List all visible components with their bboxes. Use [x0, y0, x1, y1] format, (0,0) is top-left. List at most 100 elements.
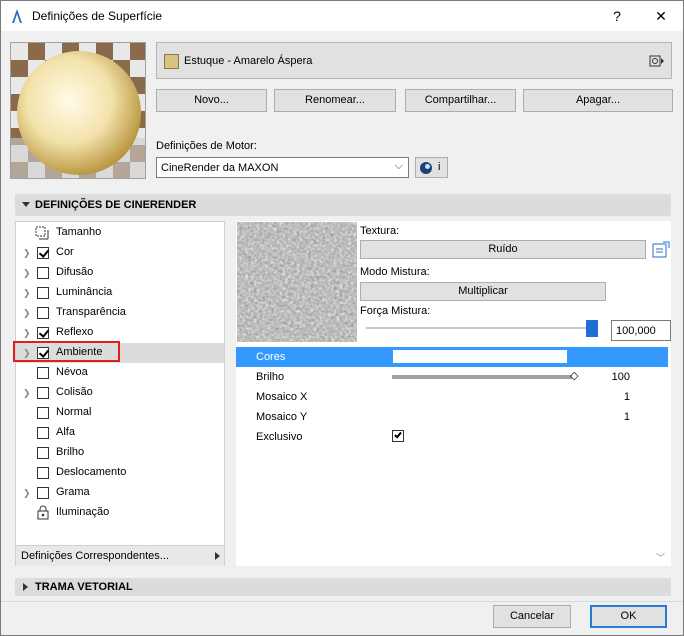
- chevron-right-icon[interactable]: ❯: [23, 488, 31, 499]
- texture-browse-icon[interactable]: [652, 241, 670, 259]
- channel-label: Transparência: [56, 306, 126, 318]
- list-item[interactable]: ❯ Luminância: [16, 283, 224, 303]
- chevron-right-icon[interactable]: ❯: [23, 288, 31, 299]
- property-value: 1: [623, 391, 630, 403]
- list-item[interactable]: Tamanho: [16, 223, 224, 243]
- blend-strength-slider-thumb[interactable]: [586, 320, 598, 337]
- table-row-selected[interactable]: Cores: [236, 347, 668, 367]
- list-item[interactable]: Névoa: [16, 363, 224, 383]
- new-button[interactable]: Novo...: [156, 89, 267, 112]
- table-row[interactable]: Brilho ◇ 100: [236, 367, 666, 387]
- blend-strength-input[interactable]: 100,000: [611, 320, 671, 341]
- triangle-down-icon: [22, 202, 30, 207]
- cancel-button[interactable]: Cancelar: [493, 605, 571, 628]
- scroll-up-icon[interactable]: ︿: [656, 349, 665, 362]
- material-color-swatch: [164, 54, 179, 69]
- list-item[interactable]: Alfa: [16, 423, 224, 443]
- cinema4d-icon: [420, 162, 432, 174]
- channel-checkbox[interactable]: [37, 247, 49, 259]
- list-item[interactable]: Deslocamento: [16, 463, 224, 483]
- list-item[interactable]: Iluminação: [16, 503, 224, 523]
- corresponding-settings-button[interactable]: Definições Correspondentes...: [16, 545, 224, 566]
- channel-checkbox[interactable]: [37, 267, 49, 279]
- table-row[interactable]: Mosaico X 1: [236, 387, 666, 407]
- chevron-right-icon[interactable]: ❯: [23, 268, 31, 279]
- texture-button[interactable]: Ruído: [360, 240, 646, 259]
- chevron-right-icon[interactable]: ❯: [23, 388, 31, 399]
- check-icon: [394, 430, 402, 439]
- triangle-right-icon: [23, 583, 28, 591]
- channel-checkbox[interactable]: [37, 287, 49, 299]
- channel-checkbox[interactable]: [37, 367, 49, 379]
- engine-select[interactable]: CineRender da MAXON ⌵: [156, 157, 409, 178]
- channel-label: Deslocamento: [56, 466, 127, 478]
- material-selector[interactable]: Estuque - Amarelo Áspera: [156, 42, 672, 79]
- property-value: 1: [623, 411, 630, 423]
- channel-label: Normal: [56, 406, 92, 418]
- list-item[interactable]: ❯ Colisão: [16, 383, 224, 403]
- surface-settings-dialog: Definições de Superfície ? ✕ Estuque - A…: [0, 0, 684, 636]
- channel-label: Luminância: [56, 286, 113, 298]
- engine-label: Definições de Motor:: [156, 140, 257, 152]
- list-item[interactable]: ❯ Cor: [16, 243, 224, 263]
- channel-checkbox[interactable]: [37, 427, 49, 439]
- channel-label: Alfa: [56, 426, 75, 438]
- exclusive-checkbox[interactable]: [392, 430, 404, 442]
- channel-label: Colisão: [56, 386, 93, 398]
- material-name: Estuque - Amarelo Áspera: [184, 55, 313, 67]
- material-picker-icon[interactable]: [649, 54, 665, 68]
- channel-label: Grama: [56, 486, 90, 498]
- help-button[interactable]: ?: [597, 1, 637, 31]
- color-gradient-swatch[interactable]: [393, 350, 567, 363]
- channel-label: Reflexo: [56, 326, 94, 338]
- channel-checkbox[interactable]: [37, 387, 49, 399]
- slider-handle-icon[interactable]: ◇: [570, 369, 578, 382]
- chevron-right-icon[interactable]: ❯: [23, 328, 31, 339]
- property-name: Mosaico X: [256, 391, 308, 403]
- channel-checkbox[interactable]: [37, 327, 49, 339]
- triangle-right-icon: [215, 552, 220, 560]
- channel-label: Difusão: [56, 266, 94, 278]
- channel-checkbox[interactable]: [37, 487, 49, 499]
- cinerender-section-header[interactable]: DEFINIÇÕES DE CINERENDER: [15, 194, 671, 216]
- list-item[interactable]: ❯ Reflexo: [16, 323, 224, 343]
- highlight-box: [13, 341, 120, 362]
- engine-info-button[interactable]: i: [415, 157, 448, 178]
- blend-mode-button[interactable]: Multiplicar: [360, 282, 606, 301]
- channel-settings-panel: Textura: Ruído Modo Mistura: Multiplicar…: [236, 221, 671, 566]
- list-item[interactable]: ❯ Difusão: [16, 263, 224, 283]
- rename-button[interactable]: Renomear...: [274, 89, 396, 112]
- archicad-icon: [12, 9, 22, 23]
- corresponding-settings-label: Definições Correspondentes...: [21, 550, 169, 562]
- chevron-right-icon[interactable]: ❯: [23, 248, 31, 259]
- channel-checkbox[interactable]: [37, 407, 49, 419]
- table-row[interactable]: Exclusivo: [236, 427, 666, 447]
- vector-hatch-section-header[interactable]: TRAMA VETORIAL: [15, 578, 671, 596]
- property-value: 100: [611, 371, 630, 383]
- ok-button[interactable]: OK: [590, 605, 667, 628]
- list-item[interactable]: ❯ Transparência: [16, 303, 224, 323]
- chevron-down-icon: ⌵: [394, 160, 403, 172]
- window-title: Definições de Superfície: [32, 9, 163, 23]
- close-button[interactable]: ✕: [641, 1, 681, 31]
- list-item[interactable]: Normal: [16, 403, 224, 423]
- channel-checkbox[interactable]: [37, 467, 49, 479]
- noise-texture-image: [237, 222, 357, 342]
- channel-checkbox[interactable]: [37, 307, 49, 319]
- list-item[interactable]: ❯ Grama: [16, 483, 224, 503]
- chevron-right-icon[interactable]: ❯: [23, 308, 31, 319]
- channel-label: Brilho: [56, 446, 85, 458]
- table-row[interactable]: Mosaico Y 1: [236, 407, 666, 427]
- list-item[interactable]: Brilho: [16, 443, 224, 463]
- delete-button[interactable]: Apagar...: [523, 89, 673, 112]
- info-icon: i: [438, 161, 441, 173]
- vector-section-title: TRAMA VETORIAL: [35, 581, 133, 593]
- cinerender-section-title: DEFINIÇÕES DE CINERENDER: [35, 199, 197, 211]
- material-preview: [10, 42, 146, 179]
- texture-preview: [237, 222, 357, 342]
- engine-value: CineRender da MAXON: [161, 162, 279, 174]
- brightness-slider-track[interactable]: [392, 375, 572, 379]
- scroll-down-icon[interactable]: ﹀: [656, 551, 665, 564]
- channel-checkbox[interactable]: [37, 447, 49, 459]
- share-button[interactable]: Compartilhar...: [405, 89, 516, 112]
